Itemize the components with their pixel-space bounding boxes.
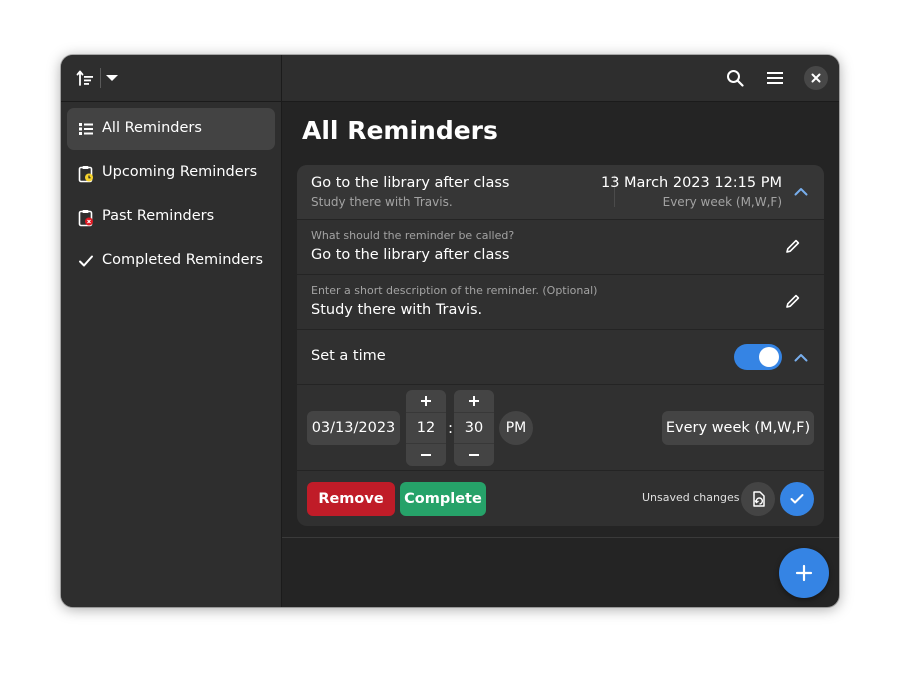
sidebar-item-past-reminders[interactable]: Past Reminders xyxy=(67,196,275,238)
chevron-up-icon[interactable] xyxy=(787,177,815,205)
sidebar-item-label: All Reminders xyxy=(102,120,202,136)
clipboard-clock-icon xyxy=(78,165,94,183)
sidebar-item-all-reminders[interactable]: All Reminders xyxy=(67,108,275,150)
hour-decrement-button[interactable] xyxy=(406,444,446,466)
sidebar-item-upcoming-reminders[interactable]: Upcoming Reminders xyxy=(67,152,275,194)
sidebar-item-label: Upcoming Reminders xyxy=(102,164,258,180)
title-field-value: Go to the library after class xyxy=(311,247,510,263)
app-window: All Reminders Upcoming Reminders Past Re… xyxy=(61,55,839,607)
time-separator: : xyxy=(448,419,454,437)
title-entry-row[interactable]: What should the reminder be called? Go t… xyxy=(297,219,824,274)
date-button[interactable]: 03/13/2023 xyxy=(307,411,400,445)
set-time-row[interactable]: Set a time xyxy=(297,329,824,384)
minute-value[interactable]: 30 xyxy=(454,412,494,444)
hour-increment-button[interactable] xyxy=(406,390,446,412)
content-divider xyxy=(282,537,839,538)
ampm-button[interactable]: PM xyxy=(499,411,533,445)
sidebar: All Reminders Upcoming Reminders Past Re… xyxy=(61,55,282,607)
add-reminder-button[interactable] xyxy=(779,548,829,598)
sidebar-item-label: Past Reminders xyxy=(102,208,215,224)
switch-knob xyxy=(759,347,779,367)
search-icon[interactable] xyxy=(723,66,747,90)
reminder-summary-row[interactable]: Go to the library after class Study ther… xyxy=(297,165,824,219)
complete-button[interactable]: Complete xyxy=(400,482,486,516)
chevron-up-icon[interactable] xyxy=(787,343,815,371)
description-entry-row[interactable]: Enter a short description of the reminde… xyxy=(297,274,824,329)
minute-decrement-button[interactable] xyxy=(454,444,494,466)
page-title: All Reminders xyxy=(302,116,498,145)
header-divider xyxy=(61,101,839,102)
minute-increment-button[interactable] xyxy=(454,390,494,412)
reminder-card: Go to the library after class Study ther… xyxy=(297,165,824,526)
repeat-button[interactable]: Every week (M,W,F) xyxy=(662,411,814,445)
set-time-switch[interactable] xyxy=(734,344,782,370)
sidebar-item-completed-reminders[interactable]: Completed Reminders xyxy=(67,240,275,282)
set-time-label: Set a time xyxy=(311,348,386,364)
chevron-down-icon[interactable] xyxy=(102,66,122,90)
description-field-value: Study there with Travis. xyxy=(311,302,483,318)
save-check-icon[interactable] xyxy=(780,482,814,516)
unsaved-changes-label: Unsaved changes xyxy=(642,491,740,504)
time-picker-row: 03/13/2023 12 : 30 PM Every week (M,W,F) xyxy=(297,384,824,471)
minute-spinner[interactable]: 30 xyxy=(454,390,494,466)
revert-icon[interactable] xyxy=(741,482,775,516)
check-icon xyxy=(78,253,94,269)
hamburger-menu-icon[interactable] xyxy=(763,66,787,90)
reminder-title: Go to the library after class xyxy=(311,175,510,191)
hour-spinner[interactable]: 12 xyxy=(406,390,446,466)
remove-button[interactable]: Remove xyxy=(307,482,395,516)
list-icon xyxy=(78,121,94,137)
clipboard-alert-icon xyxy=(78,209,94,227)
reminder-description: Study there with Travis. xyxy=(311,195,453,209)
sidebar-item-label: Completed Reminders xyxy=(102,252,264,268)
reminder-repeat: Every week (M,W,F) xyxy=(662,195,782,209)
close-icon[interactable] xyxy=(804,66,828,90)
hour-value[interactable]: 12 xyxy=(406,412,446,444)
main-header xyxy=(282,55,839,101)
reminder-datetime: 13 March 2023 12:15 PM xyxy=(600,175,782,191)
description-field-placeholder: Enter a short description of the reminde… xyxy=(311,284,598,297)
pencil-icon[interactable] xyxy=(779,232,807,260)
title-field-placeholder: What should the reminder be called? xyxy=(311,229,515,242)
header-separator xyxy=(100,68,101,88)
pencil-icon[interactable] xyxy=(779,287,807,315)
plus-icon xyxy=(795,564,813,582)
sort-icon[interactable] xyxy=(73,66,97,90)
sidebar-header xyxy=(61,55,281,101)
sidebar-nav: All Reminders Upcoming Reminders Past Re… xyxy=(67,108,275,284)
